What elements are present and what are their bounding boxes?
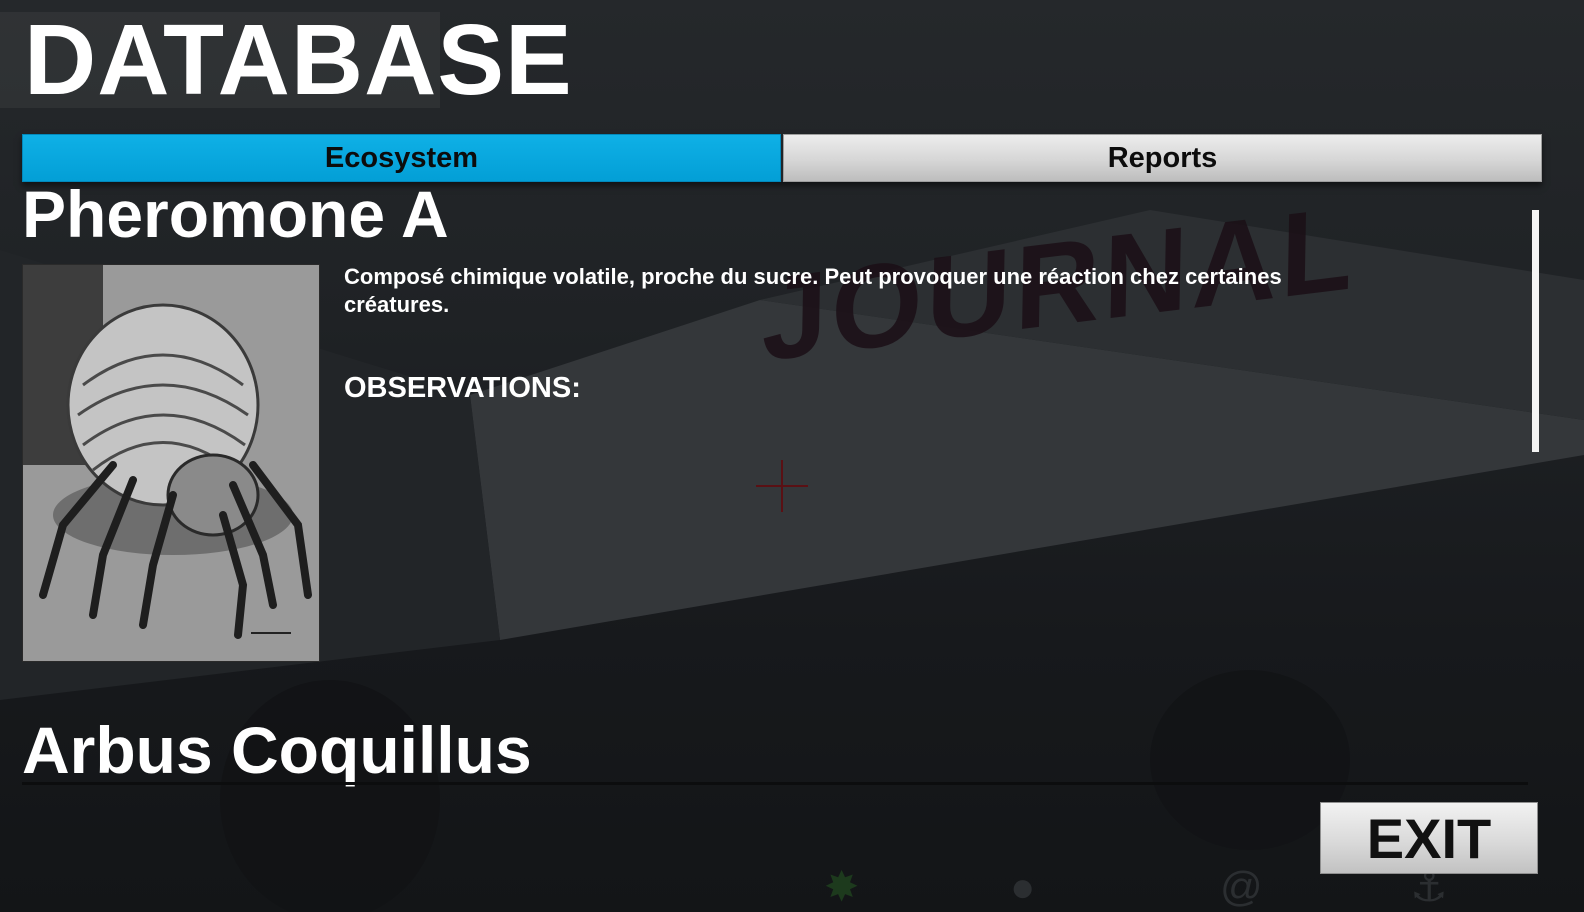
mite-illustration	[23, 265, 319, 661]
exit-button[interactable]: EXIT	[1320, 802, 1538, 874]
scrollbar[interactable]	[1532, 210, 1539, 452]
page-title: DATABASE	[24, 4, 573, 116]
mite-head	[166, 453, 260, 537]
tab-ecosystem[interactable]: Ecosystem	[22, 134, 781, 182]
entry-description: Composé chimique volatile, proche du suc…	[344, 264, 1282, 317]
observations-label: OBSERVATIONS:	[344, 372, 581, 404]
tab-bar: Ecosystem Reports	[22, 134, 1542, 182]
crosshair-icon	[756, 460, 808, 512]
section-divider	[22, 782, 1528, 785]
spiral-icon: @	[1220, 863, 1263, 910]
entry-title-arbus-coquillus: Arbus Coquillus	[22, 713, 532, 787]
game-screen: JOURNAL ✸ ● @ ⚓ DATABASE Ecosystem Repor…	[0, 0, 1584, 912]
plant-icon: ✸	[824, 863, 860, 910]
entry-title-pheromone-a: Pheromone A	[22, 177, 449, 251]
entry-image	[22, 264, 320, 662]
tab-reports[interactable]: Reports	[783, 134, 1542, 182]
orb-icon: ●	[1010, 863, 1036, 910]
